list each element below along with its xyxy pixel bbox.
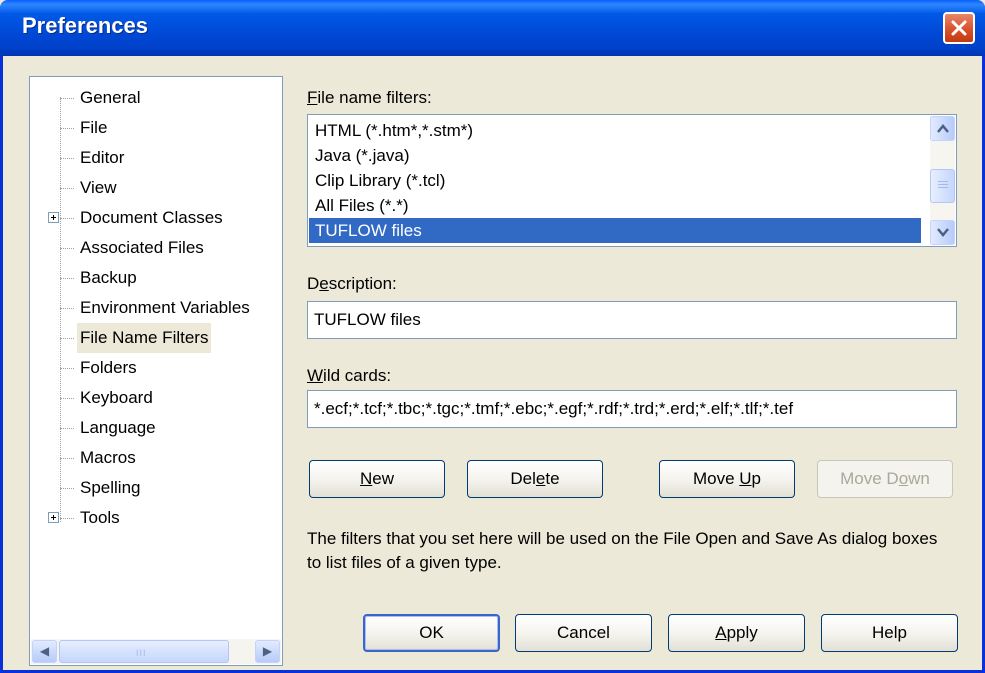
scroll-up-button[interactable] <box>930 116 955 141</box>
move-up-accesskey: U <box>739 469 752 488</box>
scroll-down-icon <box>937 228 949 237</box>
tree-connector <box>60 428 74 429</box>
tree-connector <box>60 338 74 339</box>
filter-list-item[interactable]: Java (*.java) <box>309 143 921 168</box>
description-label-accesskey: e <box>319 274 329 293</box>
help-button[interactable]: Help <box>821 614 958 652</box>
wildcards-label: Wild cards: <box>307 366 391 386</box>
filters-label: File name filters: <box>307 88 432 108</box>
description-label-text: scription: <box>328 274 397 293</box>
delete-button[interactable]: Delete <box>467 460 603 498</box>
move-up-button[interactable]: Move Up <box>659 460 795 498</box>
scroll-right-icon: ▶ <box>262 644 273 658</box>
new-button[interactable]: New <box>309 460 445 498</box>
window-title: Preferences <box>22 13 148 38</box>
ok-button[interactable]: OK <box>363 614 500 652</box>
filters-vertical-scrollbar[interactable] <box>930 116 955 245</box>
tree-item-label: File <box>80 118 108 137</box>
move-down-accesskey: o <box>898 469 909 488</box>
delete-accesskey: e <box>535 469 546 488</box>
expand-icon[interactable] <box>48 512 59 523</box>
tree-item-label: Associated Files <box>80 238 204 257</box>
tree-item-label: Editor <box>80 148 125 167</box>
wildcards-label-accesskey: W <box>307 366 324 385</box>
apply-label: pply <box>726 623 758 642</box>
tree-connector <box>60 308 74 309</box>
filters-list[interactable]: HTML (*.htm*,*.stm*) Java (*.java) Clip Li… <box>307 114 957 247</box>
category-tree[interactable]: General File Editor View Document Classes Ass… <box>29 76 283 666</box>
move-up-label-pre: Move <box>692 469 740 488</box>
tree-item-label: Macros <box>80 448 136 467</box>
description-label: Description: <box>307 274 397 294</box>
new-label: ew <box>372 469 394 488</box>
close-icon <box>951 20 967 36</box>
tree-connector <box>60 98 74 99</box>
wildcards-label-text: ild cards: <box>323 366 392 385</box>
scroll-grip: III <box>136 648 147 658</box>
filters-help-text: The filters that you set here will be us… <box>307 529 938 572</box>
tree-item-label: Backup <box>80 268 137 287</box>
description-input[interactable] <box>307 301 957 339</box>
filters-label-text: ile name filters: <box>317 88 432 107</box>
cancel-button[interactable]: Cancel <box>515 614 652 652</box>
delete-label: te <box>545 469 560 488</box>
tree-item-label: Keyboard <box>80 388 153 407</box>
tree-item-label: Language <box>80 418 156 437</box>
move-down-label: wn <box>908 469 930 488</box>
scroll-grip <box>938 181 948 190</box>
tree-item-label: Spelling <box>80 478 141 497</box>
tree-item-label: Tools <box>80 508 120 527</box>
apply-button[interactable]: Apply <box>668 614 805 652</box>
title-bar[interactable]: Preferences <box>0 0 985 56</box>
delete-label-pre: Del <box>510 469 536 488</box>
tree-connector <box>60 218 74 219</box>
tree-item-label: Document Classes <box>80 208 223 227</box>
filter-list-item[interactable]: Clip Library (*.tcl) <box>309 168 921 193</box>
tree-item-label: Folders <box>80 358 137 377</box>
description-label-pre: D <box>307 274 320 293</box>
filter-list-item[interactable]: HTML (*.htm*,*.stm*) <box>309 118 921 143</box>
apply-accesskey: A <box>715 623 727 642</box>
tree-connector <box>60 278 74 279</box>
scroll-thumb[interactable]: III <box>59 640 229 663</box>
tree-connector <box>60 128 74 129</box>
filters-label-accesskey: F <box>307 88 318 107</box>
scroll-left-icon: ◀ <box>39 644 50 658</box>
tree-connector <box>60 488 74 489</box>
tree-item-label: View <box>80 178 117 197</box>
tree-connector <box>60 518 74 519</box>
tree-horizontal-scrollbar[interactable]: ◀ III ▶ <box>31 639 281 664</box>
tree-connector <box>60 158 74 159</box>
scroll-down-button[interactable] <box>930 220 955 245</box>
filter-list-item[interactable]: All Files (*.*) <box>309 193 921 218</box>
move-down-button: Move Down <box>817 460 953 498</box>
move-up-label: p <box>751 469 762 488</box>
tree-connector <box>60 248 74 249</box>
tree-connector <box>60 458 74 459</box>
scroll-up-icon <box>937 124 949 133</box>
tree-connector <box>60 188 74 189</box>
scroll-right-button[interactable]: ▶ <box>255 640 280 663</box>
tree-item-label: General <box>80 88 141 107</box>
scroll-left-button[interactable]: ◀ <box>32 640 57 663</box>
new-accesskey: N <box>359 469 373 488</box>
tree-connector <box>60 398 74 399</box>
tree-connector <box>60 368 74 369</box>
expand-icon[interactable] <box>48 212 59 223</box>
tree-item-label: File Name Filters <box>77 323 212 353</box>
tree-item-label: Environment Variables <box>80 298 250 317</box>
filter-list-item[interactable]: TUFLOW files <box>309 218 921 243</box>
scroll-thumb[interactable] <box>930 169 955 203</box>
close-button[interactable] <box>943 12 975 44</box>
move-down-label-pre: Move D <box>840 469 899 488</box>
wildcards-input[interactable] <box>307 390 957 428</box>
